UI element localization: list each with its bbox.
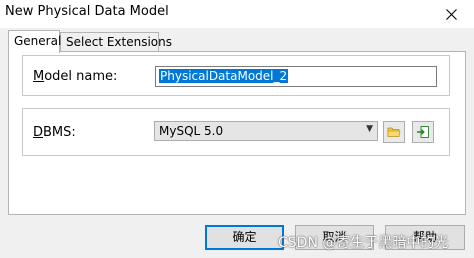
import-dbms-button[interactable]: [412, 121, 434, 143]
title-bar: New Physical Data Model: [0, 0, 474, 28]
close-button[interactable]: [428, 0, 474, 28]
model-name-input[interactable]: PhysicalDataModel_2: [155, 66, 437, 87]
model-name-mnemonic: M: [33, 69, 45, 84]
watermark: CSDN @寄生于黑暗中的光: [278, 235, 449, 251]
dbms-select[interactable]: MySQL 5.0 ▼: [154, 121, 378, 141]
dbms-mnemonic: D: [33, 125, 44, 140]
dbms-selected-value: MySQL 5.0: [159, 124, 224, 138]
chevron-down-icon: ▼: [366, 124, 373, 134]
close-icon: [445, 8, 457, 20]
browse-dbms-button[interactable]: [383, 121, 405, 143]
dbms-label-text: BMS:: [43, 125, 76, 140]
tab-general[interactable]: General: [8, 30, 61, 53]
ok-button[interactable]: 确定: [205, 225, 284, 250]
tab-select-extensions[interactable]: Select Extensions: [60, 32, 172, 52]
model-name-value: PhysicalDataModel_2: [159, 69, 289, 83]
import-icon: [417, 126, 429, 138]
model-name-label-text: odel name:: [44, 69, 118, 84]
dbms-label: DBMS:: [33, 125, 76, 140]
new-physical-data-model-dialog: New Physical Data Model General Select E…: [0, 0, 474, 258]
tab-strip: General Select Extensions: [0, 30, 474, 53]
window-title: New Physical Data Model: [5, 4, 169, 19]
model-name-label: Model name:: [33, 69, 117, 84]
folder-icon: [387, 127, 401, 137]
